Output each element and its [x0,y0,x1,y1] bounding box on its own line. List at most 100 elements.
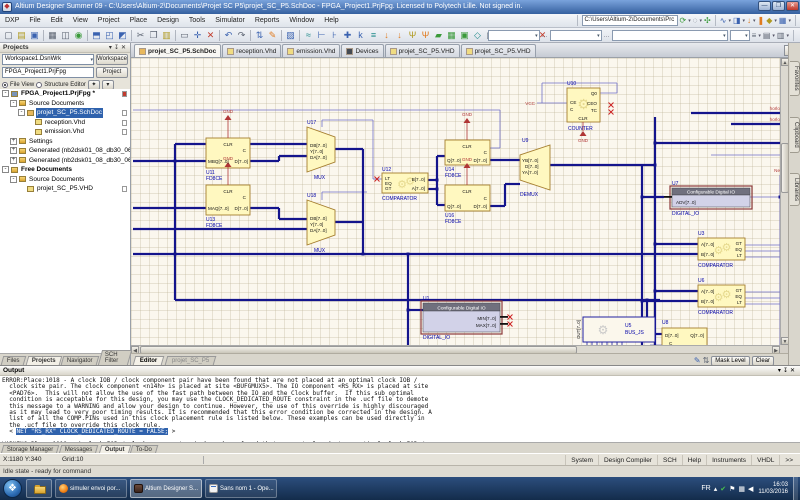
collapse-icon[interactable]: - [18,109,25,116]
status-button-system[interactable]: System [565,455,598,466]
menu-design[interactable]: Design [152,17,184,24]
grid-icon[interactable]: ▦ [779,15,787,26]
tree-item-free-documents[interactable]: -Free Documents [0,165,130,175]
green1-icon[interactable]: ▰ [432,28,445,42]
status-button-instruments[interactable]: Instruments [706,455,751,466]
doc-tab-devices[interactable]: Devices [341,44,383,57]
network-icon[interactable]: ▦ [738,485,745,493]
tree-item-projet-sc-p5-vhd[interactable]: projet_SC_P5.VHD [0,184,130,194]
print-preview-icon[interactable]: ◫ [59,28,72,42]
output-log[interactable]: ERROR:Place:1018 - A clock IOB / clock c… [0,376,800,442]
volume-icon[interactable]: ◀ [748,485,753,493]
open-icon[interactable]: ▤ [15,28,28,42]
action-center-flag-icon[interactable]: ⚑ [729,485,735,493]
tree-item-generated-nb2dsk01-08-db30-06[interactable]: +Generated (nb2dsk01_08_db30_06 [0,146,130,156]
zoom-fit-icon[interactable]: ⬒ [90,28,103,42]
doc-tab-emission-vhd[interactable]: emission.Vhd [282,44,340,57]
menu-edit[interactable]: Edit [46,17,68,24]
ytool1-icon[interactable]: Ψ [406,28,419,42]
structure-editor-radio[interactable] [36,82,42,88]
show-hidden-icons[interactable]: ▴ [714,485,718,493]
distribute-icon[interactable]: ▤ [763,30,771,41]
menu-file[interactable]: File [24,17,45,24]
chart-icon[interactable]: ∿ [720,15,727,26]
paste-icon[interactable]: ▥ [160,28,173,42]
close-button[interactable]: ✕ [786,1,799,11]
menu-view[interactable]: View [68,17,93,24]
toolbar-combo-4[interactable] [730,30,750,41]
browse-icon[interactable]: ▨ [284,28,297,42]
pin-icon[interactable]: ❚ [758,15,765,26]
horizontal-scrollbar[interactable]: ◀ ▶ [131,345,780,353]
tree-item-emission-vhd[interactable]: emission.Vhd [0,127,130,137]
cloud-icon[interactable]: ◇ [471,28,484,42]
menu-place[interactable]: Place [125,17,153,24]
menu-simulator[interactable]: Simulator [210,17,250,24]
doc-tab-projet-sc-p5-schdoc[interactable]: projet_SC_P5.SchDoc [134,44,221,57]
copy-icon[interactable]: ❐ [147,28,160,42]
schematic-canvas[interactable]: ⚙⚙⚙⚙⚙⚙⚙Configurable Digital IOConfigurab… [131,58,780,345]
expand-icon[interactable]: + [10,138,17,145]
editor-tab-projet-sc-p5[interactable]: projet_SC_P5 [165,356,217,365]
explorer-taskbar-button[interactable] [26,479,52,498]
move-icon[interactable]: ✛ [191,28,204,42]
doc-tab-reception-vhd[interactable]: reception.Vhd [222,44,281,57]
expand-icon[interactable]: + [10,147,17,154]
redo-icon[interactable]: ↷ [235,28,248,42]
workspace-button[interactable]: Workspace [96,54,128,65]
menu-window[interactable]: Window [284,17,319,24]
download-icon[interactable]: ↓ [747,15,751,26]
down1-icon[interactable]: ↓ [380,28,393,42]
tree-item-reception-vhd[interactable]: reception.Vhd [0,118,130,128]
show-desktop-button[interactable] [793,477,798,500]
collapse-icon[interactable]: - [2,166,9,173]
panel-close-icon[interactable]: ✕ [121,45,128,51]
panel-tab-sch-filter[interactable]: SCH Filter [98,350,132,365]
export-icon[interactable]: ◨ [733,15,741,26]
menu-project[interactable]: Project [93,17,125,24]
ytool2-icon[interactable]: Ψ [419,28,432,42]
vertical-scrollbar[interactable]: ▲ ▼ [780,58,788,345]
expand-icon[interactable]: + [10,157,17,164]
clear-button[interactable]: Clear [752,356,774,366]
project-button[interactable]: Project [96,67,128,78]
tree-item-fpga-project1-prjfpg-[interactable]: -FPGA_Project1.PrjFpg * [0,89,130,99]
toolbar-combo-2[interactable] [550,30,602,41]
bus-icon[interactable]: ⊢ [315,28,328,42]
tree-item-settings[interactable]: +Settings [0,137,130,147]
panel-tab-projects[interactable]: Projects [25,356,61,365]
restore-button[interactable]: ❐ [772,1,785,11]
workspace-combobox[interactable]: Workspace1.DsnWrk [2,54,94,65]
right-tab-libraries[interactable]: Libraries [790,173,800,206]
taskbar-window-writer[interactable]: Sans nom 1 - Ope... [205,479,277,498]
status-button-design-compiler[interactable]: Design Compiler [598,455,657,466]
edit-icon[interactable]: ✎ [266,28,279,42]
clear-filter-icon[interactable]: ✕ [204,28,217,42]
panel-tab-navigator[interactable]: Navigator [61,356,99,365]
green3-icon[interactable]: ▣ [458,28,471,42]
panel-tab-files[interactable]: Files [1,356,26,365]
port-icon[interactable]: ⊦ [328,28,341,42]
menu-tools[interactable]: Tools [184,17,210,24]
cut-icon[interactable]: ✂ [134,28,147,42]
down2-icon[interactable]: ↓ [393,28,406,42]
collapse-icon[interactable]: - [10,100,17,107]
project-field[interactable]: FPGA_Project1.PrjFpg [2,67,94,78]
language-indicator[interactable]: FR [701,485,710,492]
print-icon[interactable]: ▦ [46,28,59,42]
right-tab-clipboard[interactable]: Clipboard [790,117,800,153]
taskbar-clock[interactable]: 16:03 11/03/2016 [758,482,788,496]
status-button-vhdl[interactable]: VHDL [751,455,779,466]
status-button-help[interactable]: Help [682,455,706,466]
taskbar-window-firefox[interactable]: simuler envoi por... [55,479,127,498]
toolbar-combo-3[interactable] [612,30,728,41]
security-icon[interactable]: ✔ [720,485,726,493]
start-button[interactable]: ❖ [3,479,22,498]
tree-item-source-documents[interactable]: -Source Documents [0,99,130,109]
probe-icon[interactable]: k [354,28,367,42]
wire-icon[interactable]: ≈ [302,28,315,42]
tree-item-projet-sc-p5-schdoc[interactable]: -projet_SC_P5.SchDoc [0,108,130,118]
editor-tab-editor[interactable]: Editor [133,356,165,365]
arrange-icon[interactable]: ▥ [777,30,785,41]
tree-item-generated-nb2dsk01-08-db30-06[interactable]: +Generated (nb2dsk01_08_db30_06 [0,156,130,166]
